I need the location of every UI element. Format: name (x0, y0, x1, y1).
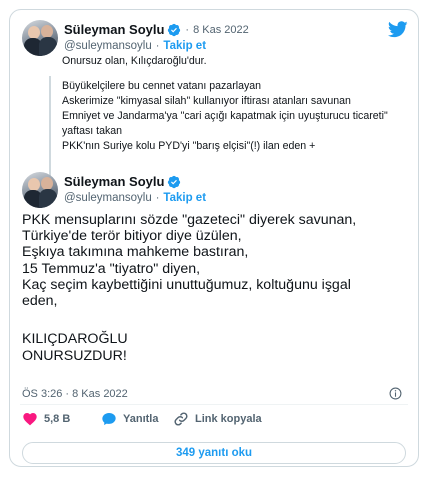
tweet-text-line: Kaç seçim kaybettiğini unuttuğumuz, kolt… (22, 277, 351, 293)
tweet-text-line: KILIÇDAROĞLU (22, 331, 128, 347)
tweet-text-line: eden, (22, 293, 58, 309)
quoted-date[interactable]: 8 Kas 2022 (193, 24, 249, 36)
info-icon[interactable] (389, 387, 402, 400)
quoted-text-line: Büyükelçilere bu cennet vatanı pazarlaya… (62, 80, 262, 92)
tweet-text-line: Eşkıya takımına mahkeme bastıran, (22, 244, 249, 260)
main-author-row: Süleyman Soylu (64, 174, 181, 189)
tweet-timestamp[interactable]: ÖS 3:26 · 8 Kas 2022 (22, 388, 128, 400)
quoted-text-line: yaftası takan (62, 125, 123, 137)
separator-dot: · (155, 192, 160, 204)
quoted-text-line: Askerimize "kimyasal silah" kullanıyor i… (62, 95, 351, 107)
separator-dot: · (185, 23, 190, 36)
heart-icon (23, 413, 37, 426)
tweet-text-line: Türkiye'de terör bitiyor diye üzülen, (22, 228, 242, 244)
reply-bubble-icon (102, 413, 116, 425)
avatar[interactable] (22, 20, 58, 56)
verified-badge-icon (168, 175, 181, 188)
thread-connector-line (49, 76, 51, 176)
author-name[interactable]: Süleyman Soylu (64, 22, 164, 37)
reply-label: Yanıtla (123, 413, 159, 425)
separator-dot: · (155, 40, 160, 52)
verified-badge-icon (168, 23, 181, 36)
reply-button[interactable]: Yanıtla (101, 411, 158, 427)
divider (20, 404, 408, 405)
follow-button[interactable]: Takip et (163, 40, 206, 52)
follow-button[interactable]: Takip et (163, 192, 206, 204)
read-replies-button[interactable]: 349 yanıtı oku (22, 442, 406, 464)
tweet-text-line: ONURSUZDUR! (22, 348, 127, 364)
quoted-author-row: Süleyman Soylu · 8 Kas 2022 (64, 22, 249, 37)
copy-link-label: Link kopyala (195, 413, 262, 425)
handle[interactable]: @suleymansoylu (64, 40, 152, 52)
link-icon (174, 412, 188, 426)
quoted-text-line: Onursuz olan, Kılıçdaroğlu'dur. (62, 55, 207, 67)
main-handle-row: @suleymansoylu · Takip et (64, 192, 206, 204)
copy-link-button[interactable]: Link kopyala (173, 411, 262, 427)
tweet-text-line: 15 Temmuz'a "tiyatro" diyen, (22, 261, 201, 277)
like-count: 5,8 B (44, 413, 71, 425)
tweet-text-line: PKK mensuplarını sözde "gazeteci" diyere… (22, 212, 357, 228)
quoted-text-line: PKK'nın Suriye kolu PYD'yi "barış elçisi… (62, 140, 316, 152)
quoted-text-line: Emniyet ve Jandarma'ya "cari açığı kapat… (62, 110, 388, 122)
avatar[interactable] (22, 172, 58, 208)
twitter-bird-icon[interactable] (388, 21, 408, 38)
handle[interactable]: @suleymansoylu (64, 192, 152, 204)
tweet-card: Süleyman Soylu · 8 Kas 2022 @suleymansoy… (9, 9, 419, 467)
quoted-handle-row: @suleymansoylu · Takip et (64, 40, 206, 52)
author-name[interactable]: Süleyman Soylu (64, 174, 164, 189)
like-button[interactable]: 5,8 B (22, 411, 70, 427)
